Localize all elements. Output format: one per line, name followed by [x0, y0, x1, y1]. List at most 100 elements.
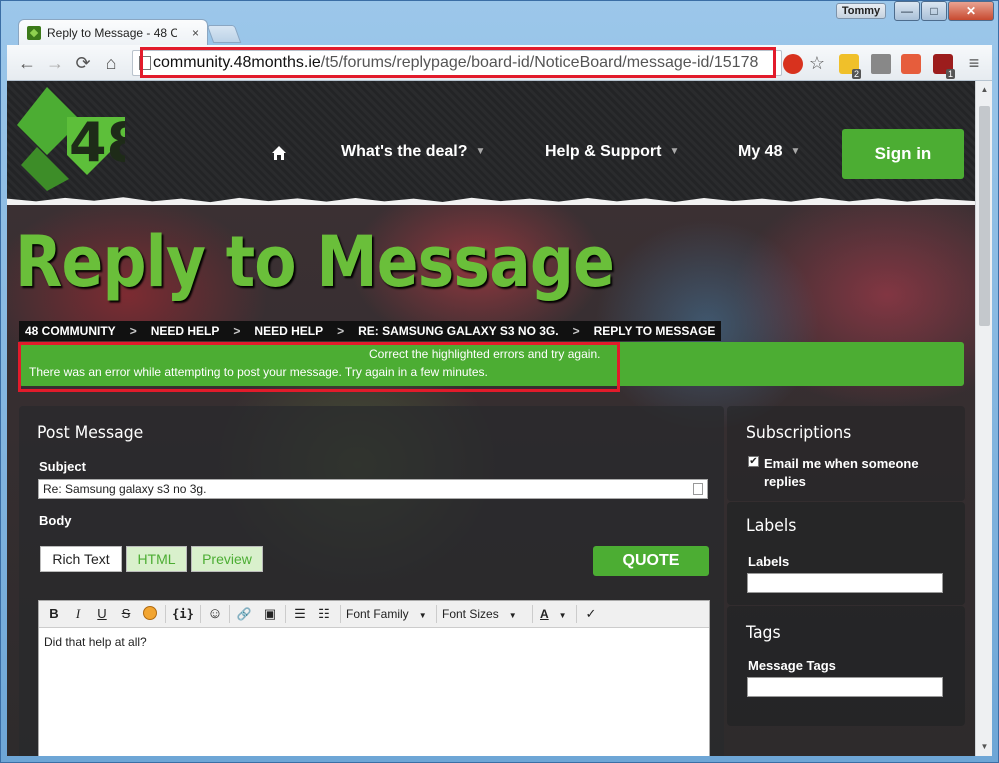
- nav-my48[interactable]: My 48 ▼: [738, 143, 800, 161]
- font-color-dropdown[interactable]: A ▼: [540, 604, 567, 624]
- back-icon[interactable]: ←: [15, 51, 39, 75]
- tab-title: Reply to Message - 48 Co: [47, 25, 177, 40]
- page-viewport: 48 What's the deal?▼ Help & Support▼ My …: [7, 81, 975, 756]
- tab-close-icon[interactable]: ×: [192, 26, 199, 40]
- nav-help-support[interactable]: Help & Support ▼: [545, 143, 679, 161]
- svg-text:48: 48: [69, 111, 125, 174]
- profile-badge[interactable]: Tommy: [836, 3, 886, 19]
- toolbar-divider: [285, 605, 286, 623]
- field-icon: [693, 483, 703, 495]
- emoji-icon[interactable]: ☺: [204, 604, 226, 624]
- reload-icon[interactable]: ⟳: [71, 51, 95, 75]
- maximize-button[interactable]: □: [921, 1, 947, 21]
- italic-button[interactable]: I: [67, 604, 89, 624]
- menu-icon[interactable]: ≡: [962, 51, 986, 75]
- sidebar: Subscriptions ✔ Email me when someone re…: [727, 406, 965, 756]
- forward-icon[interactable]: →: [43, 51, 67, 75]
- email-subscription-label[interactable]: Email me when someone replies: [764, 455, 934, 491]
- breadcrumb-separator-icon: >: [572, 324, 580, 338]
- editor-toolbar: B I U S {i} ☺ 🔗 ▣ ☰ ☷ Font Family ▼ Font …: [39, 601, 709, 628]
- extension-badge: 2: [852, 69, 862, 79]
- toolbar-divider: [229, 605, 230, 623]
- tab-rich-text[interactable]: Rich Text: [40, 546, 122, 572]
- toolbar-divider: [340, 605, 341, 623]
- toolbar-divider: [165, 605, 166, 623]
- labels-block: Labels Labels: [727, 502, 965, 605]
- spoiler-icon[interactable]: [139, 604, 161, 624]
- bold-button[interactable]: B: [43, 604, 65, 624]
- site-favicon-icon: [27, 25, 41, 40]
- page-scrollbar[interactable]: ▲ ▼: [975, 81, 992, 756]
- breadcrumb-item[interactable]: NEED HELP: [151, 324, 220, 338]
- editor-body-text[interactable]: Did that help at all?: [44, 635, 147, 649]
- image-icon[interactable]: ▣: [259, 604, 281, 624]
- extension-badge: 1: [946, 69, 956, 79]
- browser-tab[interactable]: Reply to Message - 48 Co ×: [18, 19, 208, 45]
- tags-block: Tags Message Tags: [727, 606, 965, 726]
- breadcrumb-item[interactable]: RE: SAMSUNG GALAXY S3 NO 3G.: [358, 324, 558, 338]
- unordered-list-icon[interactable]: ☷: [313, 604, 335, 624]
- site-header: 48 What's the deal?▼ Help & Support▼ My …: [7, 81, 975, 201]
- underline-button[interactable]: U: [91, 604, 113, 624]
- extension-icon[interactable]: [901, 54, 921, 74]
- breadcrumb-separator-icon: >: [233, 324, 241, 338]
- body-label: Body: [39, 513, 72, 528]
- scroll-thumb[interactable]: [979, 106, 990, 326]
- minimize-button[interactable]: —: [894, 1, 920, 21]
- font-size-dropdown[interactable]: Font Sizes ▼: [442, 604, 517, 624]
- strikethrough-button[interactable]: S: [115, 604, 137, 624]
- quote-button[interactable]: QUOTE: [593, 546, 709, 576]
- breadcrumb-separator-icon: >: [129, 324, 137, 338]
- home-icon[interactable]: ⌂: [99, 51, 123, 75]
- extension-icon[interactable]: [783, 54, 803, 74]
- toolbar-divider: [532, 605, 533, 623]
- chevron-down-icon: ▼: [475, 146, 486, 157]
- labels-label: Labels: [748, 554, 790, 569]
- site-logo[interactable]: 48: [17, 87, 125, 191]
- chevron-down-icon: ▼: [508, 611, 517, 620]
- toolbar-divider: [576, 605, 577, 623]
- alert-highlight: [18, 342, 620, 392]
- subscriptions-heading: Subscriptions: [746, 423, 852, 443]
- message-tags-input[interactable]: [747, 677, 943, 697]
- link-icon[interactable]: 🔗: [233, 604, 255, 624]
- tab-html[interactable]: HTML: [126, 546, 187, 572]
- chevron-down-icon: ▼: [418, 611, 427, 620]
- ordered-list-icon[interactable]: ☰: [289, 604, 311, 624]
- cast-icon[interactable]: [871, 54, 891, 74]
- post-message-heading: Post Message: [37, 423, 144, 443]
- spellcheck-icon[interactable]: ✓: [580, 604, 602, 624]
- message-tags-label: Message Tags: [748, 658, 836, 673]
- url-highlight: [140, 47, 776, 78]
- breadcrumb-item[interactable]: 48 COMMUNITY: [25, 324, 116, 338]
- email-checkbox[interactable]: ✔: [748, 456, 759, 467]
- subject-value: Re: Samsung galaxy s3 no 3g.: [43, 482, 207, 496]
- post-message-panel: Post Message Subject Re: Samsung galaxy …: [19, 406, 724, 756]
- toolbar-divider: [200, 605, 201, 623]
- font-family-dropdown[interactable]: Font Family ▼: [346, 604, 427, 624]
- tags-heading: Tags: [746, 623, 781, 643]
- sign-in-button[interactable]: Sign in: [842, 129, 964, 179]
- tab-preview[interactable]: Preview: [191, 546, 263, 572]
- labels-input[interactable]: [747, 573, 943, 593]
- chevron-down-icon: ▼: [558, 611, 567, 620]
- breadcrumb-item[interactable]: NEED HELP: [254, 324, 323, 338]
- scroll-down-icon[interactable]: ▼: [979, 742, 990, 752]
- subject-input[interactable]: Re: Samsung galaxy s3 no 3g.: [38, 479, 708, 499]
- bookmark-star-icon[interactable]: ☆: [805, 51, 829, 75]
- breadcrumb: 48 COMMUNITY > NEED HELP > NEED HELP > R…: [19, 321, 722, 341]
- labels-heading: Labels: [746, 516, 797, 536]
- close-window-button[interactable]: ✕: [948, 1, 994, 21]
- chevron-down-icon: ▼: [790, 146, 801, 157]
- chevron-down-icon: ▼: [669, 146, 680, 157]
- scroll-up-icon[interactable]: ▲: [979, 85, 990, 95]
- page-title: Reply to Message: [15, 221, 615, 303]
- subject-label: Subject: [39, 459, 86, 474]
- rich-text-editor[interactable]: B I U S {i} ☺ 🔗 ▣ ☰ ☷ Font Family ▼ Font …: [38, 600, 710, 756]
- breadcrumb-separator-icon: >: [337, 324, 345, 338]
- nav-whats-the-deal[interactable]: What's the deal? ▼: [341, 143, 485, 161]
- home-icon[interactable]: [271, 145, 287, 161]
- toolbar-divider: [436, 605, 437, 623]
- breadcrumb-current: REPLY TO MESSAGE: [593, 324, 716, 338]
- code-button[interactable]: {i}: [169, 604, 197, 624]
